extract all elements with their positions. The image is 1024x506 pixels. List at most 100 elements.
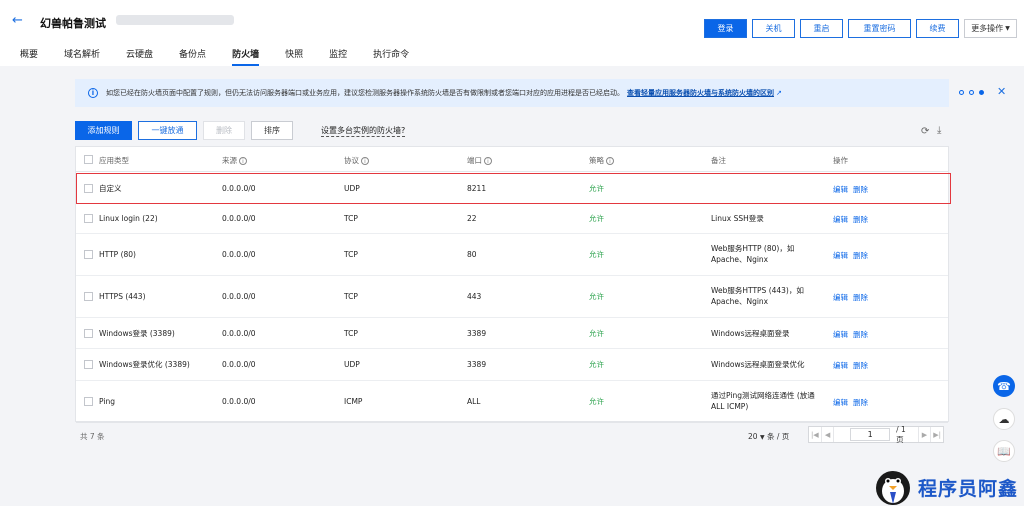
reset-password-button[interactable]: 重置密码 (848, 19, 911, 38)
delete-link[interactable]: 删除 (853, 292, 868, 303)
tab-command[interactable]: 执行命令 (373, 47, 409, 66)
tab-firewall[interactable]: 防火墙 (232, 47, 260, 66)
cell-source: 0.0.0.0/0 (222, 250, 256, 259)
cell-policy: 允许 (589, 329, 604, 338)
edit-link[interactable]: 编辑 (833, 250, 848, 261)
per-page-label: 条 / 页 (766, 432, 790, 441)
row-checkbox[interactable] (84, 184, 93, 193)
next-page-icon[interactable]: ▶ (917, 427, 931, 442)
last-page-icon[interactable]: ▶| (930, 427, 943, 442)
instance-title: 幻兽帕鲁测试 (40, 17, 106, 30)
add-rule-button[interactable]: 添加规则 (75, 121, 132, 140)
cell-policy: 允许 (589, 214, 604, 223)
renew-button[interactable]: 续费 (916, 19, 959, 38)
carousel-dot[interactable] (969, 90, 974, 95)
refresh-icon[interactable]: ⟳ (921, 126, 929, 137)
help-icon[interactable]: i (239, 157, 247, 165)
cell-note: 通过Ping测试网络连通性 (放通 (711, 391, 815, 400)
delete-link[interactable]: 删除 (853, 360, 868, 371)
tab-dns[interactable]: 域名解析 (64, 47, 100, 66)
blurred-ip (116, 15, 234, 25)
restart-button[interactable]: 重启 (800, 19, 843, 38)
back-arrow-icon[interactable]: ← (12, 14, 26, 28)
multi-instance-link[interactable]: 设置多台实例的防火墙? (321, 125, 406, 137)
more-actions-label: 更多操作 (971, 24, 1004, 33)
delete-link[interactable]: 删除 (853, 214, 868, 225)
external-link-icon: ↗ (776, 89, 782, 97)
support-headset-icon[interactable]: ☎ (993, 375, 1015, 397)
login-button[interactable]: 登录 (704, 19, 747, 38)
tab-backup[interactable]: 备份点 (179, 47, 206, 66)
one-click-allow-button[interactable]: 一键放通 (138, 121, 197, 140)
tab-snapshot[interactable]: 快照 (285, 47, 303, 66)
sort-button[interactable]: 排序 (251, 121, 293, 140)
tab-monitor[interactable]: 监控 (329, 47, 347, 66)
cell-app: Linux login (22) (99, 214, 158, 223)
cloud-icon[interactable]: ☁ (993, 408, 1015, 430)
delete-button[interactable]: 删除 (203, 121, 245, 140)
edit-link[interactable]: 编辑 (833, 397, 848, 408)
info-notice: i 如您已经在防火墙页面中配置了规则，但仍无法访问服务器端口或业务应用，建议您检… (75, 79, 1006, 107)
more-actions-button[interactable]: 更多操作 ▼ (964, 19, 1017, 38)
edit-link[interactable]: 编辑 (833, 214, 848, 225)
delete-link[interactable]: 删除 (853, 329, 868, 340)
help-icon[interactable]: i (361, 157, 369, 165)
row-checkbox[interactable] (84, 292, 93, 301)
row-checkbox[interactable] (84, 214, 93, 223)
cell-source: 0.0.0.0/0 (222, 184, 256, 193)
select-all-checkbox[interactable] (84, 155, 93, 164)
table-row: 自定义 0.0.0.0/0 UDP 8211 允许 编辑 删除 (76, 173, 948, 204)
cell-protocol: TCP (344, 214, 358, 223)
cell-app: 自定义 (99, 184, 122, 193)
cell-protocol: UDP (344, 360, 360, 369)
row-checkbox[interactable] (84, 397, 93, 406)
cell-note-line2: Apache、Nginx (711, 297, 769, 306)
cell-policy: 允许 (589, 184, 604, 193)
delete-link[interactable]: 删除 (853, 397, 868, 408)
cell-policy: 允许 (589, 292, 604, 301)
delete-link[interactable]: 删除 (853, 184, 868, 195)
book-icon[interactable]: 📖 (993, 440, 1015, 462)
carousel-dot[interactable] (959, 90, 964, 95)
carousel-dot-active[interactable] (979, 90, 984, 95)
pagination: |◀ ◀ 1 / 1 页 ▶ ▶| (808, 425, 944, 444)
delete-link[interactable]: 删除 (853, 250, 868, 261)
prev-page-icon[interactable]: ◀ (822, 427, 835, 442)
download-icon[interactable]: ⤓ (937, 125, 941, 136)
page-input[interactable]: 1 (850, 428, 891, 441)
cell-app: HTTPS (443) (99, 292, 146, 301)
shutdown-button[interactable]: 关机 (752, 19, 795, 38)
tab-cloud-disk[interactable]: 云硬盘 (126, 47, 153, 66)
tab-bar: 概要 域名解析 云硬盘 备份点 防火墙 快照 监控 执行命令 (20, 47, 435, 66)
caret-down-icon: ▼ (1005, 25, 1010, 32)
table-row: Ping 0.0.0.0/0 ICMP ALL 允许 通过Ping测试网络连通性… (76, 381, 948, 423)
cell-source: 0.0.0.0/0 (222, 397, 256, 406)
edit-link[interactable]: 编辑 (833, 292, 848, 303)
help-icon[interactable]: i (484, 157, 492, 165)
row-checkbox[interactable] (84, 360, 93, 369)
edit-link[interactable]: 编辑 (833, 360, 848, 371)
col-source-label: 来源 (222, 156, 237, 165)
header-buttons: 登录 关机 重启 重置密码 续费 更多操作 ▼ (704, 19, 1017, 38)
help-icon[interactable]: i (606, 157, 614, 165)
col-policy: 策略 i (589, 155, 614, 166)
cell-protocol: UDP (344, 184, 360, 193)
cell-policy: 允许 (589, 250, 604, 259)
cell-source: 0.0.0.0/0 (222, 292, 256, 301)
cell-source: 0.0.0.0/0 (222, 360, 256, 369)
edit-link[interactable]: 编辑 (833, 184, 848, 195)
row-checkbox[interactable] (84, 329, 93, 338)
table-toolbar: 添加规则 一键放通 删除 排序 设置多台实例的防火墙? (75, 121, 406, 140)
page-size-select[interactable]: 20 ▼ 条 / 页 (748, 431, 789, 442)
cell-port: 22 (467, 214, 477, 223)
firewall-rules-table: 应用类型 来源 i 协议 i 端口 i 策略 i 备注 操作 自定义 0.0.0.0/0… (75, 146, 949, 423)
col-port-label: 端口 (467, 156, 482, 165)
close-icon[interactable]: ✕ (997, 85, 1006, 98)
first-page-icon[interactable]: |◀ (809, 427, 822, 442)
tab-overview[interactable]: 概要 (20, 47, 38, 66)
row-checkbox[interactable] (84, 250, 93, 259)
col-note: 备注 (711, 156, 726, 165)
edit-link[interactable]: 编辑 (833, 329, 848, 340)
notice-link[interactable]: 查看轻量应用服务器防火墙与系统防火墙的区别 (627, 88, 774, 98)
table-row: Windows登录优化 (3389) 0.0.0.0/0 UDP 3389 允许… (76, 349, 948, 381)
